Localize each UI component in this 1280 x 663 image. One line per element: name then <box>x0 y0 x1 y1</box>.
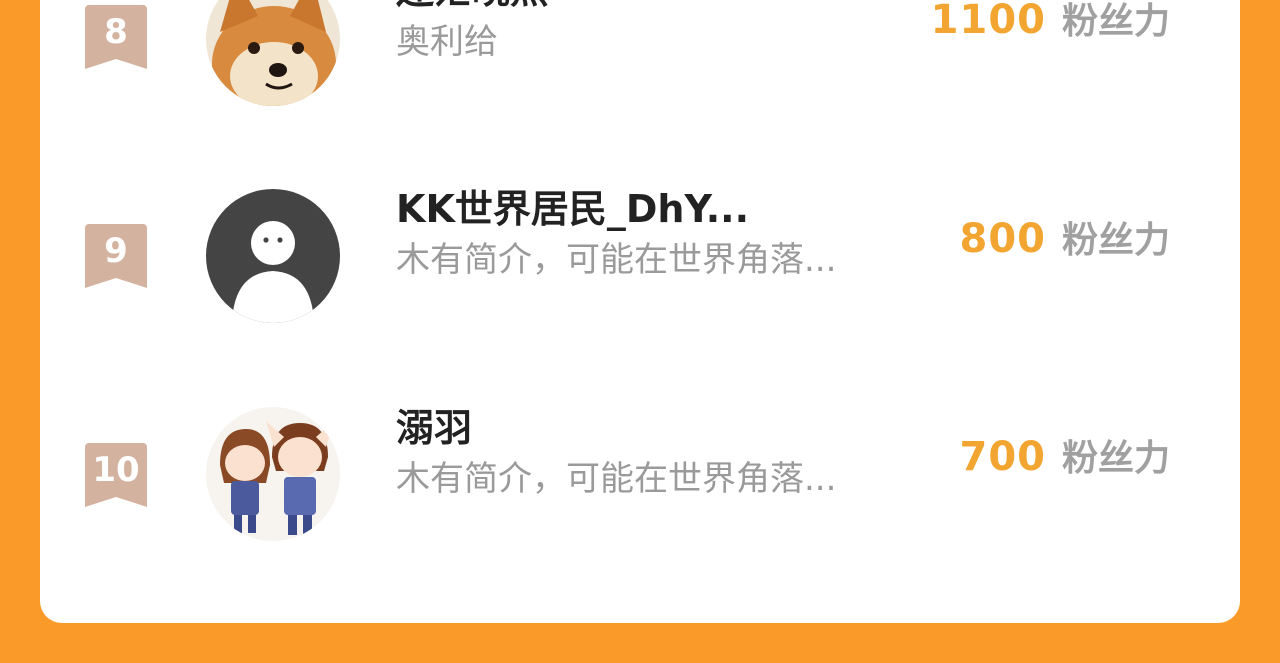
score-unit: 粉丝力 <box>1061 1 1170 42</box>
score-value: 1100 <box>930 0 1046 43</box>
leaderboard-card: 8 迷茫晓熙 奥利给 1100 粉丝力 <box>40 0 1240 623</box>
user-bio: 奥利给 <box>396 22 498 62</box>
rank-badge: 8 <box>85 5 147 69</box>
user-name[interactable]: 溺羽 <box>396 405 916 451</box>
fan-power-score: 700 粉丝力 <box>959 429 1170 481</box>
rank-badge: 9 <box>85 224 147 288</box>
default-user-avatar-icon <box>206 189 340 323</box>
user-bio: 木有简介，可能在世界角落... <box>396 459 837 499</box>
leaderboard-row[interactable]: 10 溺羽 木有简介，可能在世界角落... 700 粉丝力 <box>40 371 1240 541</box>
leaderboard-row[interactable]: 8 迷茫晓熙 奥利给 1100 粉丝力 <box>40 0 1240 106</box>
anime-couple-avatar-icon <box>206 407 340 541</box>
leaderboard-row[interactable]: 9 KK世界居民_DhY... 木有简介，可能在世界角落... 800 粉丝力 <box>40 154 1240 323</box>
user-bio: 木有简介，可能在世界角落... <box>396 240 837 280</box>
user-name[interactable]: KK世界居民_DhY... <box>396 186 916 232</box>
rank-number: 10 <box>92 450 140 490</box>
user-avatar[interactable] <box>206 189 340 323</box>
user-name[interactable]: 迷茫晓熙 <box>396 0 916 13</box>
score-value: 700 <box>959 434 1046 480</box>
score-unit: 粉丝力 <box>1061 220 1170 261</box>
user-avatar[interactable] <box>206 407 340 541</box>
score-unit: 粉丝力 <box>1061 438 1170 479</box>
rank-number: 9 <box>104 231 128 271</box>
score-value: 800 <box>959 216 1046 262</box>
shiba-dog-avatar-icon <box>206 0 340 106</box>
user-avatar[interactable] <box>206 0 340 106</box>
rank-number: 8 <box>104 12 128 52</box>
fan-power-score: 1100 粉丝力 <box>931 0 1170 44</box>
rank-badge: 10 <box>85 443 147 507</box>
fan-power-score: 800 粉丝力 <box>959 211 1170 263</box>
